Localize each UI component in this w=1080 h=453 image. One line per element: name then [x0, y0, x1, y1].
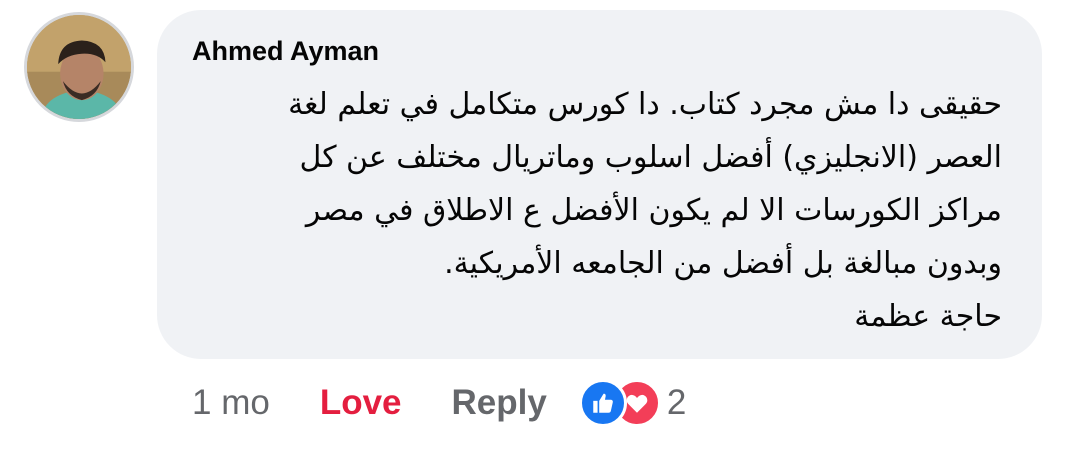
reaction-summary[interactable]: 2 [578, 379, 687, 427]
avatar[interactable] [24, 12, 134, 122]
comment-text: حقيقى دا مش مجرد كتاب. دا كورس متكامل في… [288, 87, 1002, 334]
comment-bubble: Ahmed Ayman حقيقى دا مش مجرد كتاب. دا كو… [157, 10, 1042, 359]
profile-photo-icon [27, 15, 131, 119]
reaction-count: 2 [666, 383, 687, 422]
love-reaction-button[interactable]: Love [320, 383, 402, 423]
comment-timestamp[interactable]: 1 mo [192, 383, 270, 423]
like-icon [578, 379, 627, 427]
comment-actions: 1 mo Love Reply 2 [192, 378, 686, 428]
comment-author[interactable]: Ahmed Ayman [192, 36, 379, 67]
reply-button[interactable]: Reply [452, 383, 547, 423]
